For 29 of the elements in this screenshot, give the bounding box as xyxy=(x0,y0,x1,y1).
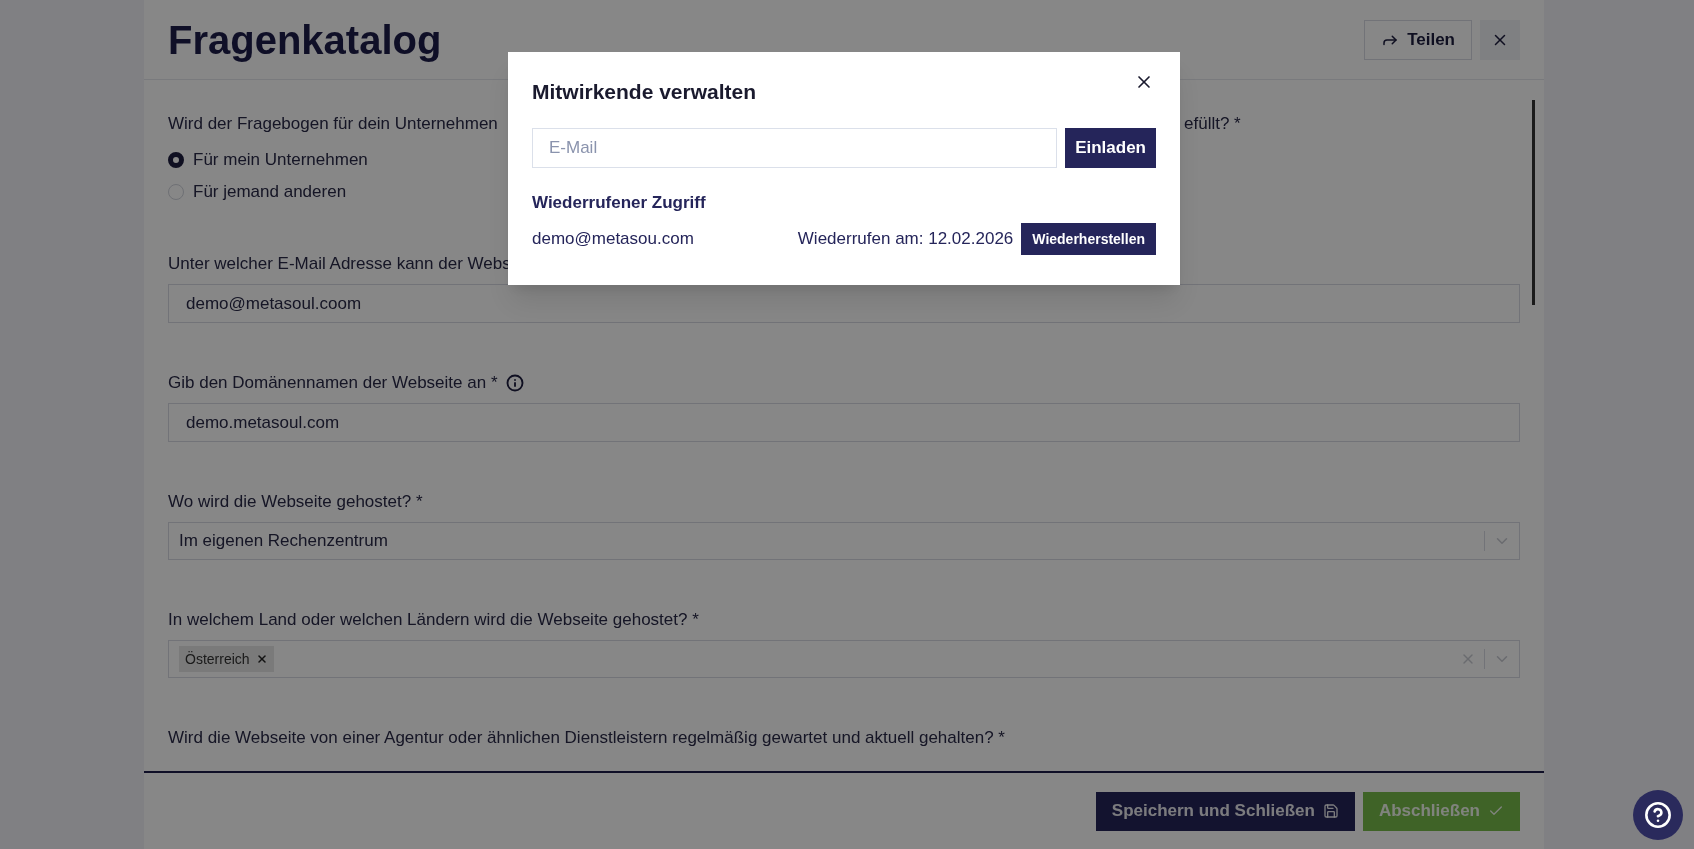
question-label: Wo wird die Webseite gehostet? * xyxy=(168,492,423,511)
radio-label: Für mein Unternehmen xyxy=(193,149,368,172)
dialog-title: Mitwirkende verwalten xyxy=(532,79,757,105)
question-label: In welchem Land oder welchen Ländern wird die Webseite gehostet? * xyxy=(168,610,699,629)
contributor-email: demo@metasou.com xyxy=(532,228,695,251)
select-field[interactable]: Im eigenen Rechenzentrum xyxy=(168,522,1520,560)
radio-button[interactable] xyxy=(168,152,184,168)
question-label: efüllt? * xyxy=(1184,114,1241,133)
save-and-close-button[interactable]: Speichern und Schließen xyxy=(1095,791,1355,831)
section-heading: Wiederrufener Zugriff xyxy=(532,191,707,214)
multi-select-field[interactable]: Österreich xyxy=(168,640,1520,678)
country-tag[interactable]: Österreich xyxy=(179,646,274,672)
help-button[interactable] xyxy=(1633,790,1683,840)
remove-icon[interactable] xyxy=(255,653,268,665)
radio-label: Für jemand anderen xyxy=(193,181,347,204)
question-label: Wird die Webseite von einer Agentur oder ähnlichen Dienstleistern regelmäßig gewartet und aktuell gehalten? * xyxy=(168,728,1005,747)
share-button[interactable]: Teilen xyxy=(1364,19,1472,60)
restore-button[interactable]: Wiederherstellen xyxy=(1021,223,1156,255)
email-field[interactable]: E-Mail xyxy=(532,127,1058,168)
question-label: Wird der Fragebogen für dein Unternehmen xyxy=(168,113,498,135)
question-label: Gib den Domänennamen der Webseite an * xyxy=(168,372,498,394)
page-title: Fragenkatalog xyxy=(168,16,442,64)
save-icon xyxy=(1322,803,1339,819)
scrollbar[interactable] xyxy=(1532,100,1535,305)
revoked-date: Wiederrufen am: 12.02.2026 xyxy=(797,228,1014,251)
invite-button[interactable]: Einladen xyxy=(1065,127,1156,168)
help-icon xyxy=(1644,801,1672,829)
info-icon[interactable] xyxy=(505,374,524,392)
text-field[interactable]: demo.metasoul.com xyxy=(168,403,1520,442)
